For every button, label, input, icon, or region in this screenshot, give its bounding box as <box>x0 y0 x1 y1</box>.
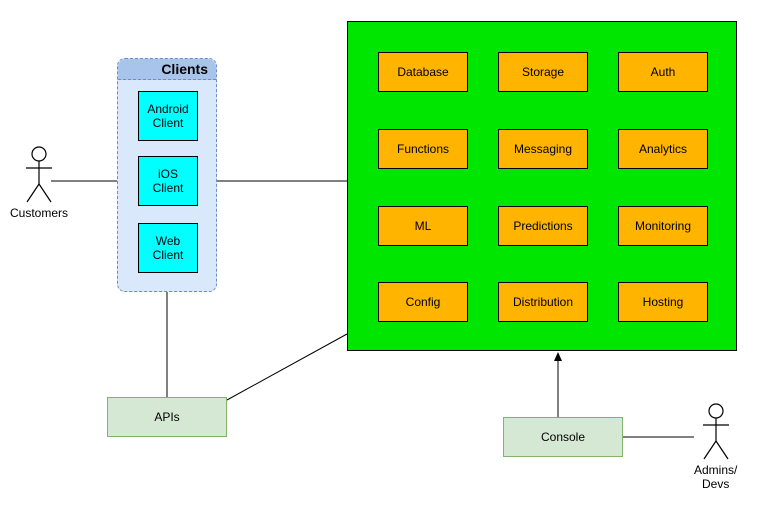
service-storage: Storage <box>498 52 588 92</box>
service-monitoring: Monitoring <box>618 206 708 246</box>
service-monitoring-label: Monitoring <box>635 219 691 233</box>
service-hosting: Hosting <box>618 282 708 322</box>
clients-container: Clients AndroidClient iOSClient WebClien… <box>117 58 217 292</box>
service-auth-label: Auth <box>651 65 676 79</box>
actor-customers: Customers <box>10 146 68 220</box>
actor-admins: Admins/Devs <box>694 403 737 491</box>
service-config-label: Config <box>406 295 441 309</box>
service-functions: Functions <box>378 129 468 169</box>
service-database-label: Database <box>397 65 448 79</box>
service-messaging-label: Messaging <box>514 142 572 156</box>
client-ios: iOSClient <box>138 156 198 206</box>
service-config: Config <box>378 282 468 322</box>
clients-header: Clients <box>118 59 216 80</box>
service-predictions: Predictions <box>498 206 588 246</box>
client-web-label: WebClient <box>153 234 184 263</box>
service-storage-label: Storage <box>522 65 564 79</box>
service-hosting-label: Hosting <box>643 295 684 309</box>
client-android: AndroidClient <box>138 91 198 141</box>
service-ml: ML <box>378 206 468 246</box>
service-distribution: Distribution <box>498 282 588 322</box>
actor-customers-label: Customers <box>10 206 68 220</box>
service-database: Database <box>378 52 468 92</box>
console-box: Console <box>503 417 623 457</box>
apis-box: APIs <box>107 397 227 437</box>
service-analytics-label: Analytics <box>639 142 687 156</box>
service-auth: Auth <box>618 52 708 92</box>
actor-admins-label: Admins/Devs <box>694 463 737 491</box>
service-distribution-label: Distribution <box>513 295 573 309</box>
apis-label: APIs <box>154 410 179 424</box>
console-label: Console <box>541 430 585 444</box>
service-messaging: Messaging <box>498 129 588 169</box>
client-web: WebClient <box>138 223 198 273</box>
client-ios-label: iOSClient <box>153 167 184 196</box>
service-ml-label: ML <box>415 219 432 233</box>
service-predictions-label: Predictions <box>513 219 572 233</box>
service-functions-label: Functions <box>397 142 449 156</box>
client-android-label: AndroidClient <box>147 102 188 131</box>
service-analytics: Analytics <box>618 129 708 169</box>
server-box: Database Storage Auth Functions Messagin… <box>347 21 737 351</box>
